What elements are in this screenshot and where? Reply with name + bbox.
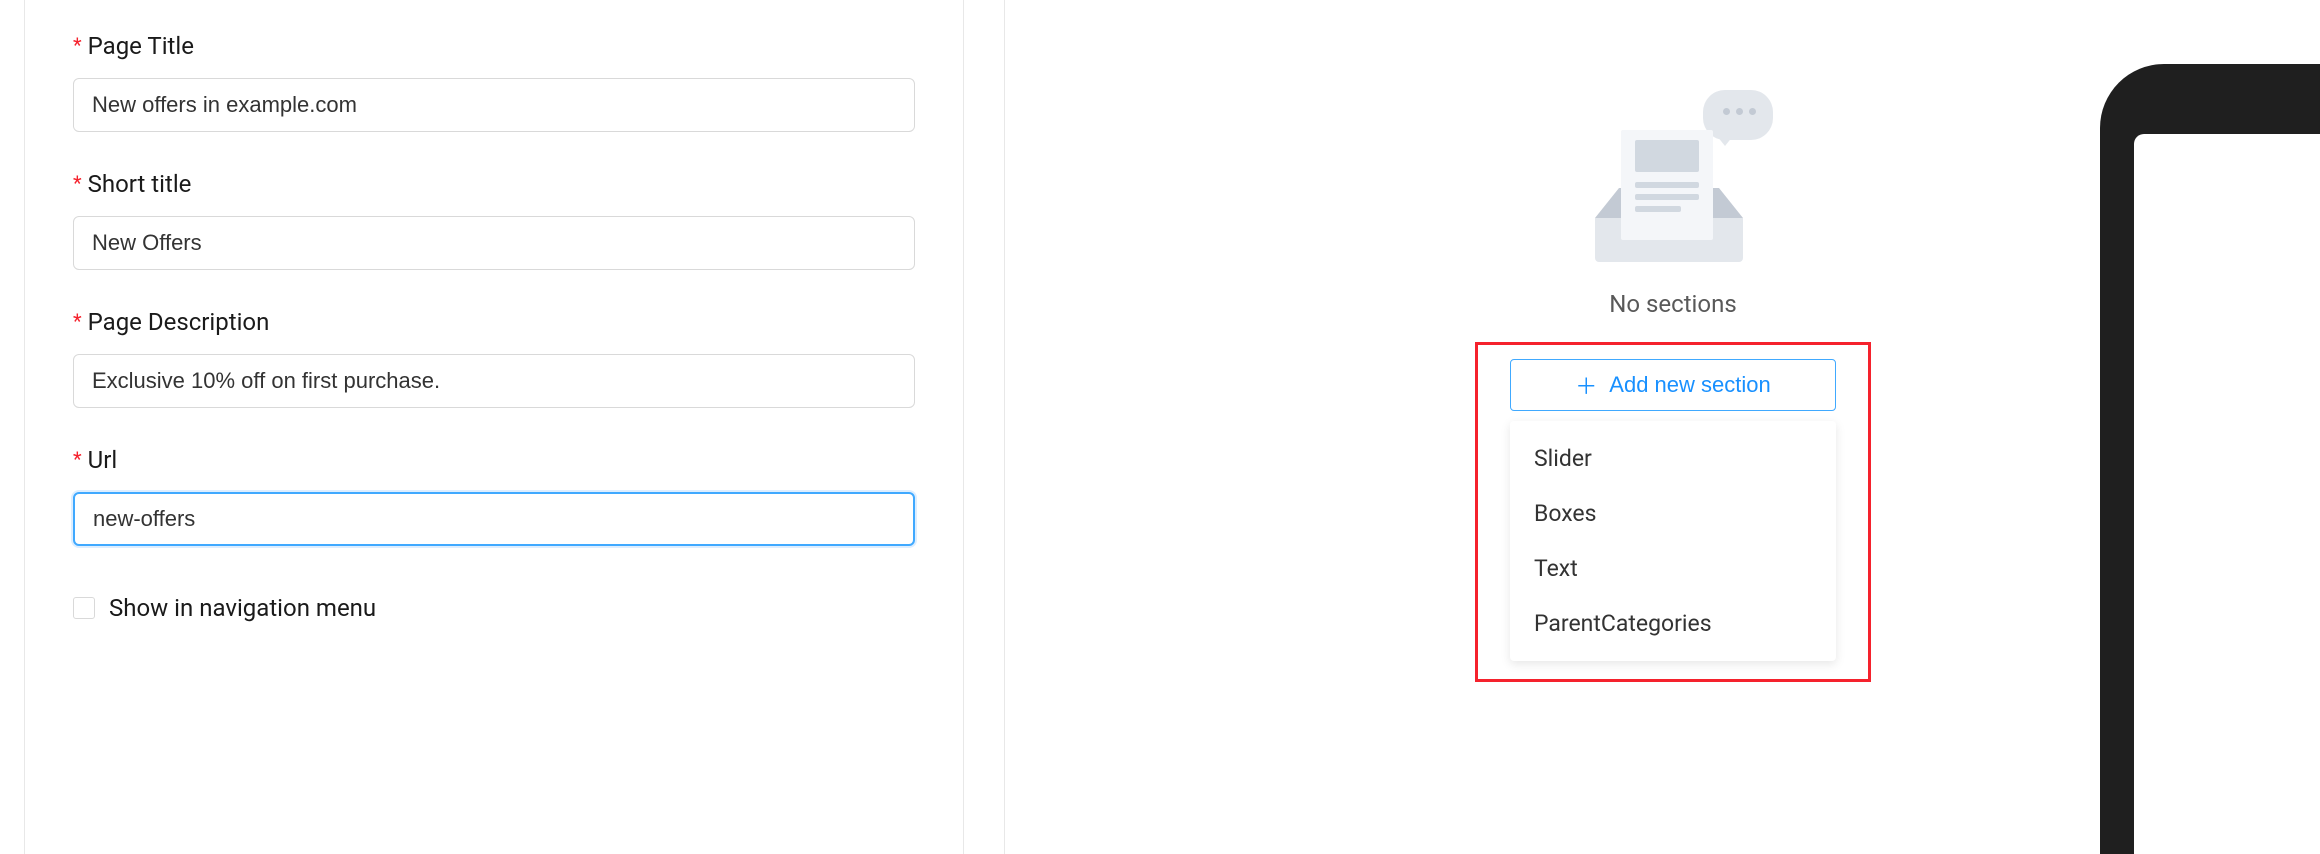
field-page-description: *Page Description <box>73 308 915 408</box>
short-title-label: *Short title <box>73 170 915 198</box>
add-new-section-button[interactable]: ＋ Add new section <box>1510 359 1836 411</box>
add-section-highlight: ＋ Add new section Slider Boxes Text Pare… <box>1475 342 1871 682</box>
field-page-title: *Page Title <box>73 32 915 132</box>
required-star-icon: * <box>73 171 82 195</box>
dropdown-item-slider[interactable]: Slider <box>1510 431 1836 486</box>
short-title-input[interactable] <box>73 216 915 270</box>
page-title-label: *Page Title <box>73 32 915 60</box>
label-text: Short title <box>88 170 192 198</box>
field-url: *Url <box>73 446 915 546</box>
url-input[interactable] <box>73 492 915 546</box>
required-star-icon: * <box>73 309 82 333</box>
label-text: Page Description <box>88 308 270 336</box>
page-description-input[interactable] <box>73 354 915 408</box>
page-description-label: *Page Description <box>73 308 915 336</box>
page-title-input[interactable] <box>73 78 915 132</box>
field-show-in-nav: Show in navigation menu <box>73 594 915 622</box>
dropdown-item-parentcategories[interactable]: ParentCategories <box>1510 596 1836 651</box>
device-preview-frame <box>2100 64 2320 854</box>
form-panel: *Page Title *Short title *Page Descripti… <box>24 0 964 854</box>
show-in-nav-label: Show in navigation menu <box>109 594 376 622</box>
required-star-icon: * <box>73 447 82 471</box>
section-type-dropdown: Slider Boxes Text ParentCategories <box>1510 421 1836 661</box>
label-text: Page Title <box>88 32 194 60</box>
empty-state: No sections ＋ Add new section Slider Box… <box>1475 90 1871 854</box>
label-text: Url <box>88 446 118 474</box>
plus-icon: ＋ <box>1575 369 1597 401</box>
add-section-label: Add new section <box>1609 372 1770 398</box>
preview-panel: No sections ＋ Add new section Slider Box… <box>1004 0 2320 854</box>
no-sections-text: No sections <box>1609 290 1736 318</box>
show-in-nav-checkbox[interactable] <box>73 597 95 619</box>
url-label: *Url <box>73 446 915 474</box>
required-star-icon: * <box>73 33 82 57</box>
dropdown-item-text[interactable]: Text <box>1510 541 1836 596</box>
empty-illustration-icon <box>1563 90 1783 270</box>
field-short-title: *Short title <box>73 170 915 270</box>
dropdown-item-boxes[interactable]: Boxes <box>1510 486 1836 541</box>
